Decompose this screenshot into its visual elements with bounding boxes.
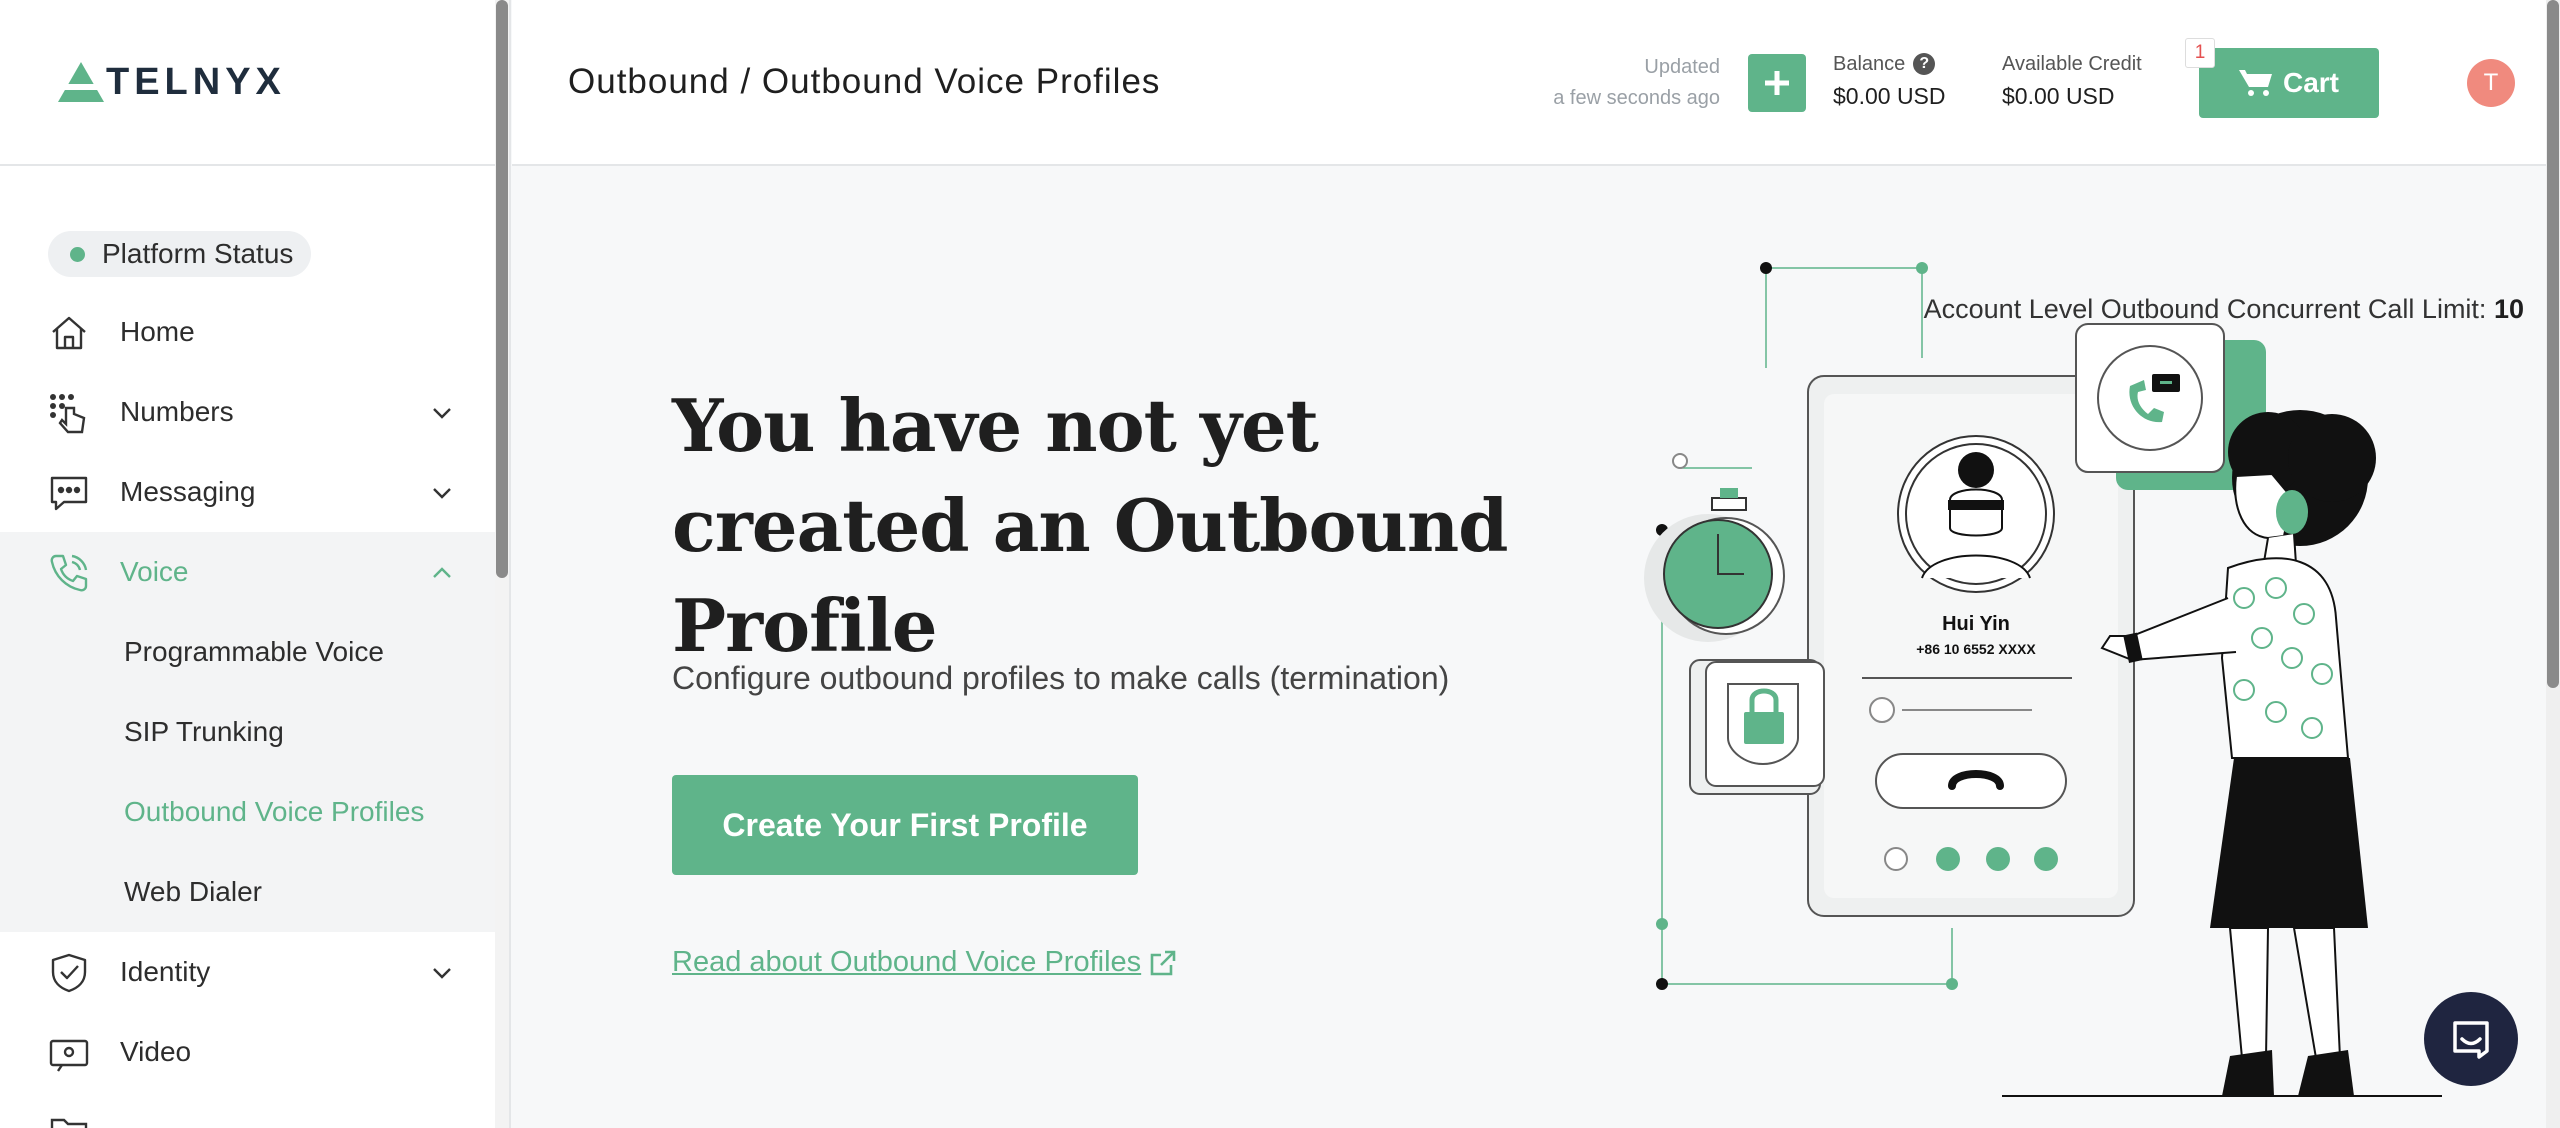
chevron-down-icon xyxy=(433,408,451,419)
sidebar-item-numbers[interactable]: Numbers xyxy=(0,372,497,452)
page-scrollbar-thumb[interactable] xyxy=(2547,0,2559,688)
voice-group: Voice Programmable Voice SIP Trunking Ou… xyxy=(0,532,497,932)
video-icon xyxy=(49,1039,89,1072)
add-funds-button[interactable] xyxy=(1748,54,1806,112)
sidebar-item-label: Identity xyxy=(120,956,211,987)
sidebar-item-voice[interactable]: Voice xyxy=(0,532,497,612)
updated-time: a few seconds ago xyxy=(1553,87,1720,109)
contact-number: +86 10 6552 XXXX xyxy=(1916,641,2036,657)
home-icon xyxy=(52,316,86,350)
call-limit: Account Level Outbound Concurrent Call L… xyxy=(1924,294,2524,325)
sidebar-item-label: Video xyxy=(120,1036,192,1067)
sidebar-subitem-outbound-voice-profiles[interactable]: Outbound Voice Profiles xyxy=(0,772,497,852)
illustration-svg: Hui Yin +86 10 6552 XXXX xyxy=(1644,262,2442,1097)
available-credit: Available Credit $0.00 USD xyxy=(2002,50,2142,114)
contact-name: Hui Yin xyxy=(1942,613,2010,635)
help-icon[interactable]: ? xyxy=(1913,53,1936,75)
platform-status-label: Platform Status xyxy=(102,238,294,269)
read-docs-link[interactable]: Read about Outbound Voice Profiles xyxy=(672,946,1177,979)
logo-text: TELNYX xyxy=(106,60,286,103)
sidebar-item-home[interactable]: Home xyxy=(0,292,497,372)
main-content: Hui Yin +86 10 6552 XXXX Account Level O… xyxy=(512,168,2546,1128)
numbers-icon xyxy=(50,394,86,434)
sidebar-item-label: Home xyxy=(120,316,195,347)
sidebar-subitem-web-dialer[interactable]: Web Dialer xyxy=(0,852,497,932)
updated-label: Updated xyxy=(1644,56,1720,78)
folder-icon xyxy=(50,1118,88,1128)
balance: Balance ? $0.00 USD xyxy=(1833,50,1946,114)
updated-status: Updated a few seconds ago xyxy=(1512,52,1720,114)
chat-icon xyxy=(2453,1021,2489,1059)
status-dot xyxy=(70,247,85,262)
read-docs-label: Read about Outbound Voice Profiles xyxy=(672,946,1142,978)
chevron-up-icon xyxy=(433,567,451,578)
telnyx-logo[interactable]: TELNYX xyxy=(58,61,286,104)
sidebar-scrollbar[interactable] xyxy=(495,0,509,1128)
credit-label: Available Credit xyxy=(2002,53,2142,75)
platform-status[interactable]: Platform Status xyxy=(48,231,312,277)
balance-label: Balance xyxy=(1833,53,1906,75)
external-link-icon xyxy=(1150,950,1176,975)
sidebar-item-identity[interactable]: Identity xyxy=(0,932,497,1012)
page-scrollbar[interactable] xyxy=(2546,0,2560,1128)
call-limit-value: 10 xyxy=(2493,294,2524,324)
sidebar-item-partial[interactable] xyxy=(0,1092,497,1128)
sidebar-item-label: Voice xyxy=(120,556,189,587)
support-chat-button[interactable] xyxy=(2424,992,2518,1086)
sidebar-subitem-sip-trunking[interactable]: SIP Trunking xyxy=(0,692,497,772)
voice-icon xyxy=(50,554,88,592)
cart-button[interactable]: Cart xyxy=(2199,48,2379,118)
logo-area: TELNYX xyxy=(0,0,509,166)
credit-value: $0.00 USD xyxy=(2002,83,2115,109)
cart-icon xyxy=(2238,70,2272,96)
shield-check-icon xyxy=(51,953,87,993)
sidebar-item-messaging[interactable]: Messaging xyxy=(0,452,497,532)
cart-count-badge: 1 xyxy=(2185,38,2215,68)
call-limit-label: Account Level Outbound Concurrent Call L… xyxy=(1923,294,2487,324)
logo-mark-icon xyxy=(58,62,104,102)
cart-label: Cart xyxy=(2282,67,2339,98)
sidebar-item-label: Messaging xyxy=(120,476,256,507)
sidebar-item-video[interactable]: Video xyxy=(0,1012,497,1092)
sidebar-scrollbar-thumb[interactable] xyxy=(496,0,508,578)
sidebar-item-label: Numbers xyxy=(120,396,234,427)
messaging-icon xyxy=(50,476,88,511)
breadcrumb: Outbound / Outbound Voice Profiles xyxy=(568,62,1161,101)
chevron-down-icon xyxy=(433,968,451,979)
outbound-illustration: Hui Yin +86 10 6552 XXXX xyxy=(1632,238,2462,1128)
empty-state-headline: You have not yet created an Outbound Pro… xyxy=(672,383,1509,668)
empty-state-description: Configure outbound profiles to make call… xyxy=(672,660,1450,696)
sidebar-subitem-programmable-voice[interactable]: Programmable Voice xyxy=(0,612,497,692)
chevron-down-icon xyxy=(433,488,451,499)
user-avatar[interactable]: T xyxy=(2467,59,2515,107)
balance-value: $0.00 USD xyxy=(1833,83,1946,109)
create-first-profile-button[interactable]: Create Your First Profile xyxy=(672,775,1138,875)
sidebar: TELNYX Platform Status Home Numbers Mess… xyxy=(0,0,511,1128)
sidebar-nav: Home Numbers Messaging Voice Programmabl… xyxy=(0,292,497,1128)
plus-icon xyxy=(1765,71,1789,95)
top-header: Outbound / Outbound Voice Profiles Updat… xyxy=(512,0,2548,166)
